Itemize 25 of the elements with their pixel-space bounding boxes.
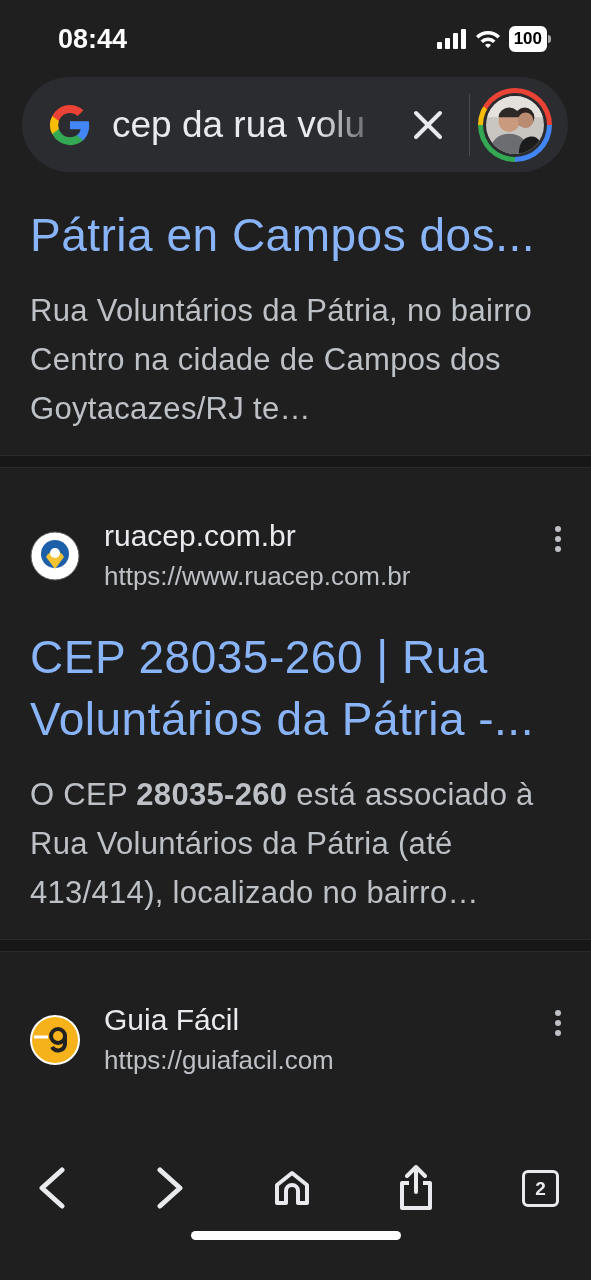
signal-icon [436,29,467,49]
more-options-icon[interactable] [555,526,561,552]
result-title[interactable]: Pátria en Campos dos... [30,204,561,266]
wifi-icon [474,29,501,49]
battery-indicator: 100 [508,26,551,52]
site-url[interactable]: https://guiafacil.com [104,1040,555,1080]
tabs-button[interactable]: 2 [522,1169,559,1207]
result-snippet: O CEP 28035-260 está associado à Rua Voluntários da Pátria (até 413/414), localizado no bairro… [30,776,535,912]
profile-button[interactable] [478,87,552,162]
speech-bubble-icon [30,1015,80,1065]
share-icon[interactable] [398,1165,435,1211]
status-time: 08:44 [58,22,128,56]
site-name[interactable]: ruacep.com.br [104,516,555,556]
forward-button[interactable] [154,1167,185,1209]
site-url[interactable]: https://www.ruacep.com.br [104,556,555,596]
back-button[interactable] [37,1167,67,1209]
close-icon[interactable] [413,109,443,140]
search-field[interactable]: cep da rua volu [112,96,397,153]
more-options-icon[interactable] [555,1010,561,1036]
result-title[interactable]: CEP 28035-260 | Rua Voluntários da Pátria -... [30,626,561,750]
result-snippet: Rua Voluntários da Pátria, no bairro Centro na cidade de Campos dos Goytacazes/RJ te… [30,292,533,428]
site-name[interactable]: Guia Fácil [104,1000,555,1040]
location-pin-icon [30,531,80,581]
home-icon[interactable] [272,1169,311,1207]
search-bar[interactable]: cep da rua volu [22,77,568,172]
